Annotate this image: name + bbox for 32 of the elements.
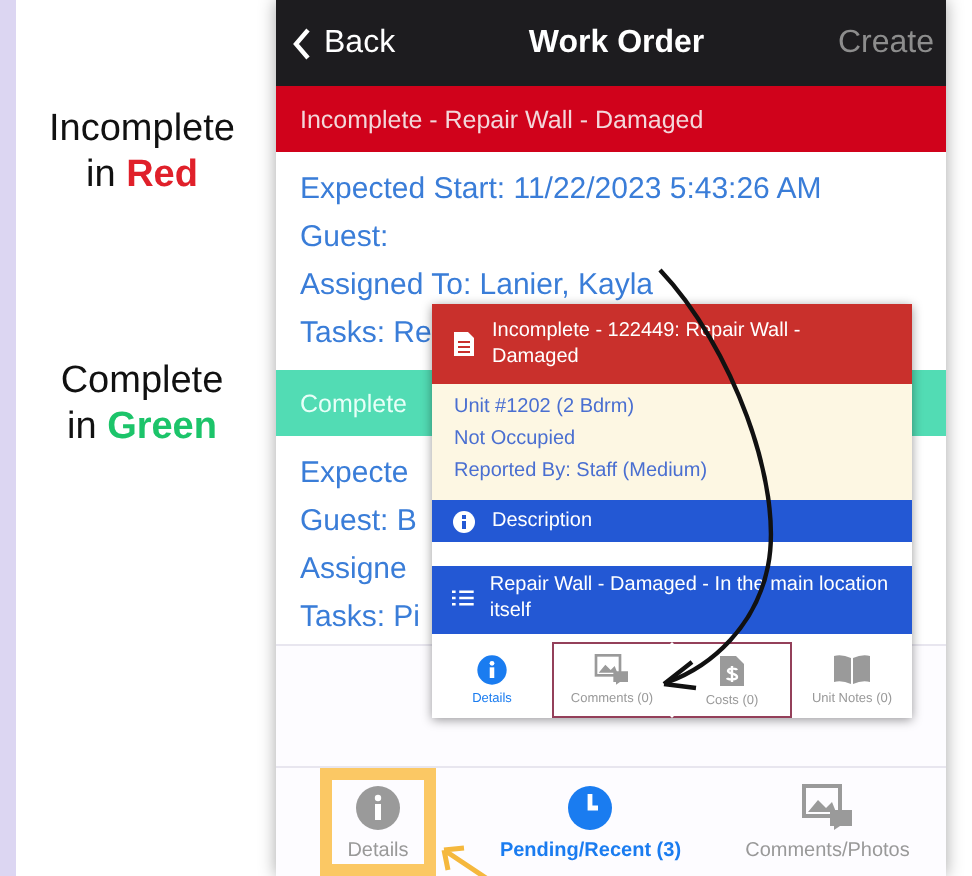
- detail-text: Tasks: Re: [300, 316, 432, 350]
- document-icon: [452, 330, 476, 358]
- detail-text: Guest:: [300, 220, 389, 254]
- create-button[interactable]: Create: [833, 21, 938, 65]
- info-icon: [476, 654, 508, 686]
- book-icon: [832, 654, 872, 686]
- detail-text: Guest: B: [300, 504, 417, 538]
- detail-text: Tasks: Pi: [300, 600, 421, 634]
- clock-icon: [566, 783, 615, 831]
- detail-text: Assigne: [300, 552, 407, 586]
- detail-text: Expected Start: 11/22/2023 5:43:26 AM: [300, 172, 822, 206]
- caption-text: Complete in Green: [60, 358, 224, 450]
- info-text: Unit #1202 (2 Bdrm): [454, 396, 635, 418]
- info-icon: [452, 509, 476, 533]
- list-icon: [452, 588, 474, 608]
- info-icon: [354, 783, 402, 831]
- tab-button[interactable]: Comments/Photos: [709, 768, 946, 876]
- detail-text: Expecte: [300, 456, 409, 490]
- photo-comment-icon: [801, 783, 854, 831]
- tab-button[interactable]: Details: [320, 768, 436, 876]
- detail-text: Assigned To: Lanier, Kayla: [300, 268, 654, 302]
- caption-text: Incomplete in Red: [49, 106, 235, 198]
- status-banner[interactable]: Incomplete - Repair Wall - Damaged: [276, 86, 946, 152]
- cost-document-icon: [718, 653, 746, 687]
- back-button[interactable]: Back: [288, 21, 400, 65]
- section-heading: Description: [492, 508, 593, 534]
- info-text: Not Occupied: [454, 428, 576, 450]
- tab-button[interactable]: Pending/Recent (3): [472, 768, 709, 876]
- info-text: Reported By: Staff (Medium): [454, 460, 708, 482]
- back-chevron-icon: [292, 27, 312, 59]
- screen-title: Work Order: [528, 25, 705, 61]
- photo-comment-icon: [594, 654, 630, 686]
